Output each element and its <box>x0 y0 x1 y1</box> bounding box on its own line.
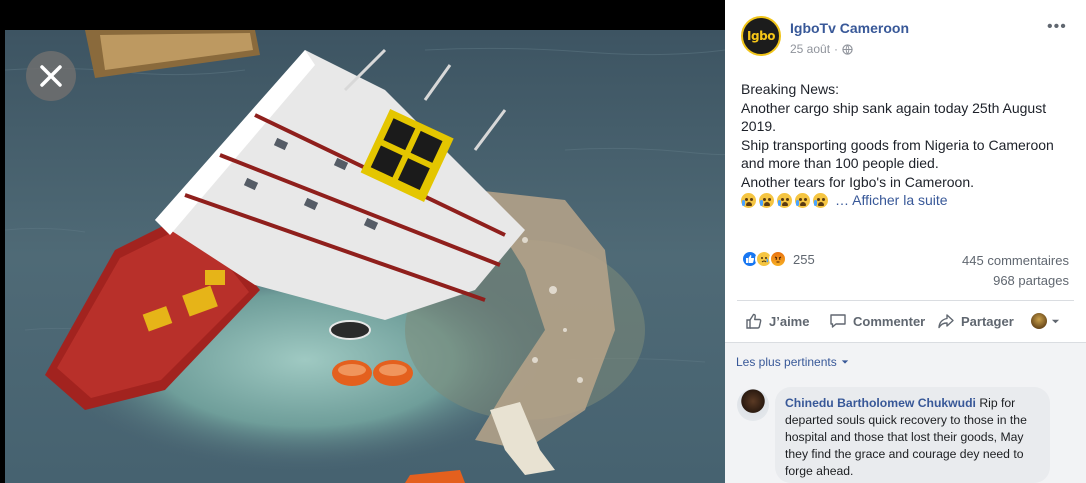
photo-viewer <box>0 0 725 483</box>
comment-sort-dropdown[interactable]: Les plus pertinents <box>736 355 849 369</box>
post-photo[interactable] <box>5 30 725 483</box>
crying-emoji-icon <box>813 192 828 208</box>
close-button[interactable] <box>26 51 76 101</box>
angry-reaction-icon <box>769 250 787 268</box>
reactions-summary[interactable]: 255 <box>741 250 815 268</box>
sinking-ship-illustration <box>5 30 725 483</box>
crying-emoji-icon <box>741 192 756 208</box>
see-more-link[interactable]: … Afficher la suite <box>835 191 948 210</box>
post-meta: 25 août · <box>790 42 853 56</box>
crying-emoji-icon <box>777 192 792 208</box>
comments-section: Les plus pertinents Chinedu Bartholomew … <box>725 343 1086 483</box>
reaction-count: 255 <box>793 251 815 267</box>
post-panel: Igbo IgboTv Cameroon 25 août · ••• Break… <box>725 0 1086 483</box>
sort-label: Les plus pertinents <box>736 355 837 369</box>
post-stats: 445 commentaires 968 partages <box>962 251 1069 291</box>
caret-down-icon <box>841 360 848 364</box>
share-button[interactable]: Partager <box>937 301 1014 341</box>
comment-button[interactable]: Commenter <box>829 301 925 341</box>
post-line: Breaking News: <box>741 81 840 97</box>
comment-label: Commenter <box>853 313 926 329</box>
page-avatar[interactable]: Igbo <box>741 16 781 56</box>
globe-icon <box>842 43 853 55</box>
close-icon <box>40 65 62 87</box>
crying-emoji-icon <box>795 192 810 208</box>
user-avatar-small <box>1031 313 1047 329</box>
shares-count-link[interactable]: 968 partages <box>962 271 1069 291</box>
comment-bubble: Chinedu Bartholomew Chukwudi Rip for dep… <box>775 387 1050 483</box>
comment-icon <box>830 314 846 328</box>
like-label: J’aime <box>769 313 810 329</box>
crying-emoji-icon <box>759 192 774 208</box>
like-button[interactable]: J’aime <box>745 301 809 341</box>
thumbs-up-icon <box>746 313 762 329</box>
post-line: Another cargo ship sank again today 25th… <box>741 99 1047 135</box>
post-message: Breaking News: Another cargo ship sank a… <box>741 80 1076 210</box>
caret-down-icon <box>1051 319 1060 323</box>
reaction-identity-selector[interactable] <box>1031 301 1060 341</box>
post-date[interactable]: 25 août <box>790 42 830 56</box>
share-arrow-icon <box>938 314 954 329</box>
emoji-line: … Afficher la suite <box>741 191 1076 210</box>
action-bar: J’aime Commenter Partager <box>737 301 1074 341</box>
page-name-link[interactable]: IgboTv Cameroon <box>790 20 909 36</box>
post-line: Ship transporting goods from Nigeria to … <box>741 136 1054 172</box>
commenter-avatar[interactable] <box>737 389 769 421</box>
post-line: Another tears for Igbo's in Cameroon. <box>741 173 975 190</box>
comments-count-link[interactable]: 445 commentaires <box>962 251 1069 271</box>
commenter-name-link[interactable]: Chinedu Bartholomew Chukwudi <box>785 396 976 410</box>
more-options-button[interactable]: ••• <box>1047 18 1067 36</box>
share-label: Partager <box>961 313 1014 329</box>
avatar-logo: Igbo <box>747 29 775 43</box>
